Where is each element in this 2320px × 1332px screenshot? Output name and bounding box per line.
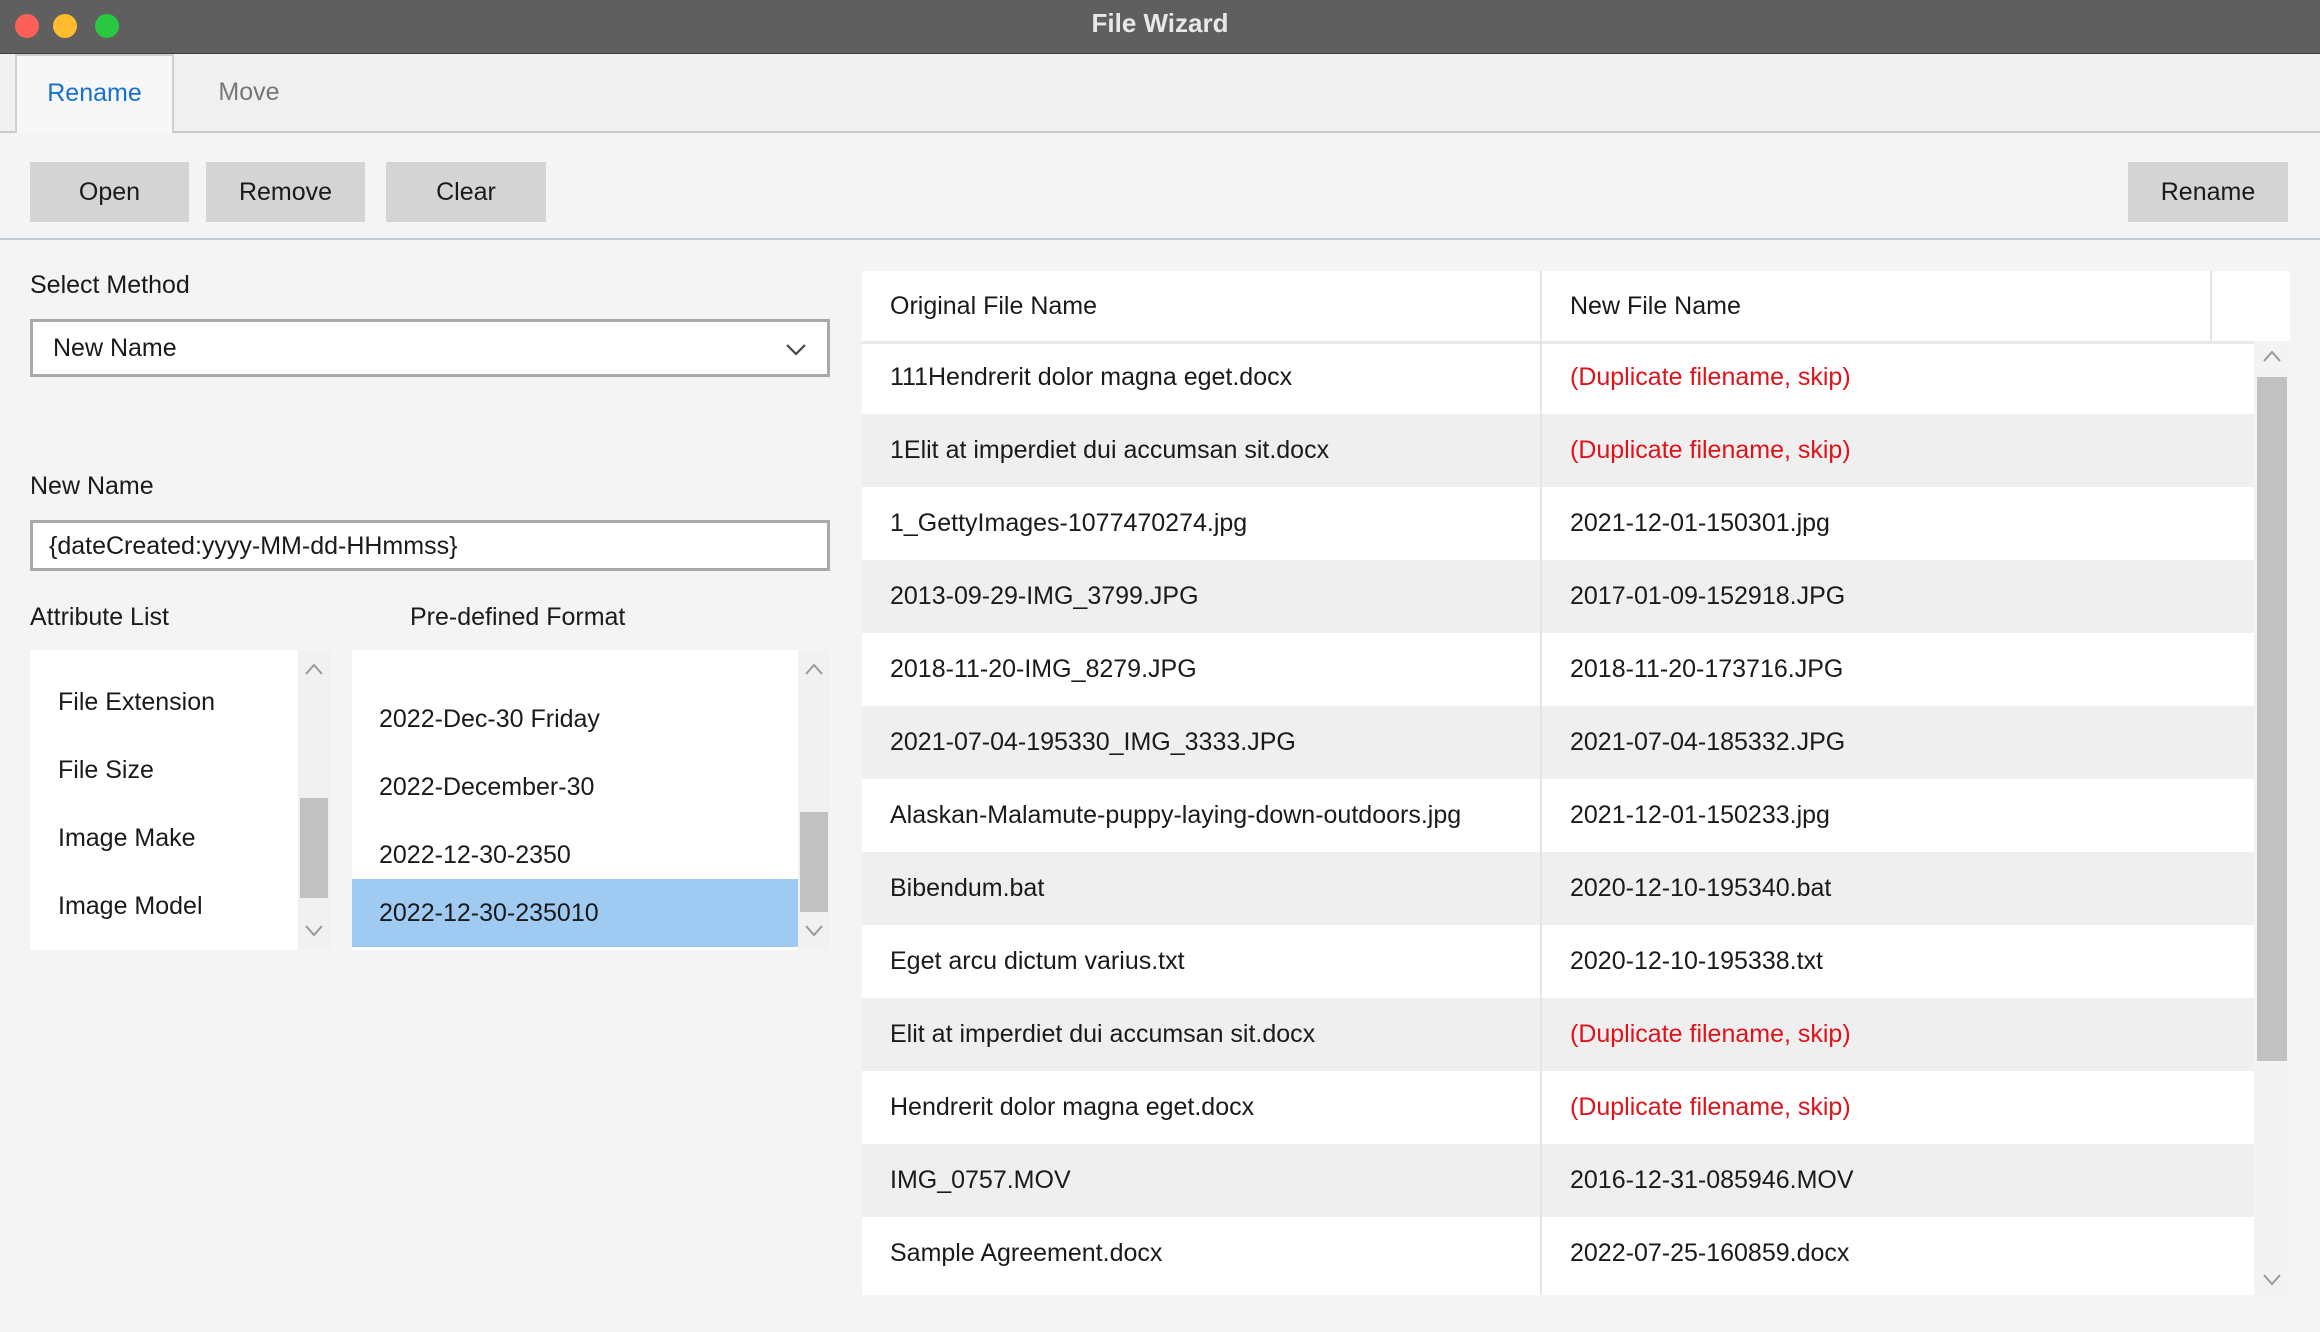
list-item[interactable]: File Extension [58, 668, 215, 736]
table-row[interactable]: 1_GettyImages-1077470274.jpg 2021-12-01-1… [862, 487, 2254, 560]
table-row[interactable]: Elit at imperdiet dui accumsan sit.docx (… [862, 998, 2254, 1071]
chevron-up-icon[interactable] [304, 662, 324, 676]
method-select-value: New Name [53, 334, 177, 362]
chevron-up-icon[interactable] [804, 662, 824, 676]
original-file-name-cell: Eget arcu dictum varius.txt [890, 947, 1185, 975]
tab-bar: Rename Move [0, 54, 2320, 133]
clear-button[interactable]: Clear [386, 162, 546, 222]
chevron-down-icon[interactable] [804, 924, 824, 938]
new-file-name-cell: 2021-07-04-185332.JPG [1570, 728, 1846, 756]
column-divider [1540, 271, 1542, 1295]
predefined-format-list[interactable]: 2022-Dec-30 Friday 2022-December-30 2022… [352, 650, 830, 950]
table-row[interactable]: Bibendum.bat 2020-12-10-195340.bat [862, 852, 2254, 925]
title-bar: File Wizard [0, 0, 2320, 54]
list-item[interactable]: 2022-Dec-30 Friday [352, 685, 798, 753]
scrollbar-thumb[interactable] [2257, 377, 2287, 1061]
attribute-list[interactable]: File Extension File Size Image Make Imag… [30, 650, 330, 950]
original-file-name-cell: 111Hendrerit dolor magna eget.docx [890, 363, 1293, 391]
original-file-name-cell: Hendrerit dolor magna eget.docx [890, 1093, 1255, 1121]
list-item[interactable]: Image Model [58, 872, 203, 940]
chevron-down-icon[interactable] [2262, 1273, 2282, 1287]
window-title: File Wizard [1091, 8, 1229, 38]
column-header-original[interactable]: Original File Name [890, 271, 1097, 341]
original-file-name-cell: 2021-07-04-195330_IMG_3333.JPG [890, 728, 1296, 756]
new-name-input[interactable] [47, 531, 811, 562]
duplicate-warning-cell: (Duplicate filename, skip) [1570, 363, 1851, 391]
duplicate-warning-cell: (Duplicate filename, skip) [1570, 436, 1851, 464]
table-row[interactable]: 2021-07-04-195330_IMG_3333.JPG 2021-07-04… [862, 706, 2254, 779]
table-row[interactable]: Eget arcu dictum varius.txt 2020-12-10-19… [862, 925, 2254, 998]
predefined-format-label: Pre-defined Format [410, 603, 626, 631]
scrollbar-thumb[interactable] [800, 812, 828, 912]
original-file-name-cell: Bibendum.bat [890, 874, 1045, 902]
table-row[interactable]: 2018-11-20-IMG_8279.JPG 2018-11-20-173716… [862, 633, 2254, 706]
remove-button[interactable]: Remove [206, 162, 365, 222]
duplicate-warning-cell: (Duplicate filename, skip) [1570, 1020, 1851, 1048]
table-row[interactable]: 111Hendrerit dolor magna eget.docx (Dupli… [862, 341, 2254, 414]
list-item[interactable]: File Size [58, 736, 154, 804]
chevron-down-icon[interactable] [304, 924, 324, 938]
original-file-name-cell: 1_GettyImages-1077470274.jpg [890, 509, 1248, 537]
table-row[interactable]: Hendrerit dolor magna eget.docx (Duplicat… [862, 1071, 2254, 1144]
original-file-name-cell: 2013-09-29-IMG_3799.JPG [890, 582, 1199, 610]
file-wizard-window: File Wizard Rename Move Open Remove Clea… [0, 0, 2320, 1332]
table-row[interactable]: 1Elit at imperdiet dui accumsan sit.docx… [862, 414, 2254, 487]
new-name-field[interactable] [30, 520, 830, 571]
table-row[interactable]: IMG_0757.MOV 2016-12-31-085946.MOV [862, 1144, 2254, 1217]
method-select[interactable]: New Name [30, 319, 830, 377]
new-file-name-cell: 2022-07-25-160859.docx [1570, 1239, 1850, 1267]
original-file-name-cell: Elit at imperdiet dui accumsan sit.docx [890, 1020, 1316, 1048]
new-file-name-cell: 2020-12-10-195338.txt [1570, 947, 1823, 975]
original-file-name-cell: Alaskan-Malamute-puppy-laying-down-outdo… [890, 801, 1462, 829]
table-header: Original File Name New File Name [862, 271, 2290, 344]
tab-move[interactable]: Move [174, 54, 324, 131]
chevron-up-icon[interactable] [2262, 349, 2282, 363]
list-item-selected[interactable]: 2022-12-30-235010 [352, 879, 798, 947]
column-header-new[interactable]: New File Name [1570, 271, 1741, 341]
attribute-list-scrollbar[interactable] [298, 650, 330, 950]
new-file-name-cell: 2018-11-20-173716.JPG [1570, 655, 1844, 683]
chevron-down-icon [786, 344, 806, 356]
new-file-name-cell: 2021-12-01-150233.jpg [1570, 801, 1830, 829]
table-row[interactable]: Alaskan-Malamute-puppy-laying-down-outdo… [862, 779, 2254, 852]
select-method-label: Select Method [30, 271, 190, 299]
new-file-name-cell: 2020-12-10-195340.bat [1570, 874, 1832, 902]
list-item[interactable]: Image Make [58, 804, 196, 872]
table-scrollbar[interactable] [2254, 341, 2290, 1295]
original-file-name-cell: 1Elit at imperdiet dui accumsan sit.docx [890, 436, 1330, 464]
duplicate-warning-cell: (Duplicate filename, skip) [1570, 1093, 1851, 1121]
open-button[interactable]: Open [30, 162, 189, 222]
original-file-name-cell: 2018-11-20-IMG_8279.JPG [890, 655, 1197, 683]
list-item[interactable]: 2022-December-30 [352, 753, 798, 821]
original-file-name-cell: IMG_0757.MOV [890, 1166, 1071, 1194]
format-list-scrollbar[interactable] [798, 650, 830, 950]
tab-rename[interactable]: Rename [15, 54, 174, 133]
toolbar-divider [0, 238, 2320, 240]
column-divider [2210, 271, 2212, 341]
table-row[interactable]: Sample Agreement.docx 2022-07-25-160859.d… [862, 1217, 2254, 1290]
new-name-label: New Name [30, 472, 154, 500]
original-file-name-cell: Sample Agreement.docx [890, 1239, 1163, 1267]
rename-button[interactable]: Rename [2128, 162, 2288, 222]
rename-preview-table[interactable]: 111Hendrerit dolor magna eget.docx (Dupli… [862, 271, 2290, 1295]
attribute-list-label: Attribute List [30, 603, 169, 631]
new-file-name-cell: 2017-01-09-152918.JPG [1570, 582, 1846, 610]
scrollbar-thumb[interactable] [300, 798, 328, 898]
new-file-name-cell: 2021-12-01-150301.jpg [1570, 509, 1830, 537]
table-row[interactable]: 2013-09-29-IMG_3799.JPG 2017-01-09-152918… [862, 560, 2254, 633]
new-file-name-cell: 2016-12-31-085946.MOV [1570, 1166, 1854, 1194]
